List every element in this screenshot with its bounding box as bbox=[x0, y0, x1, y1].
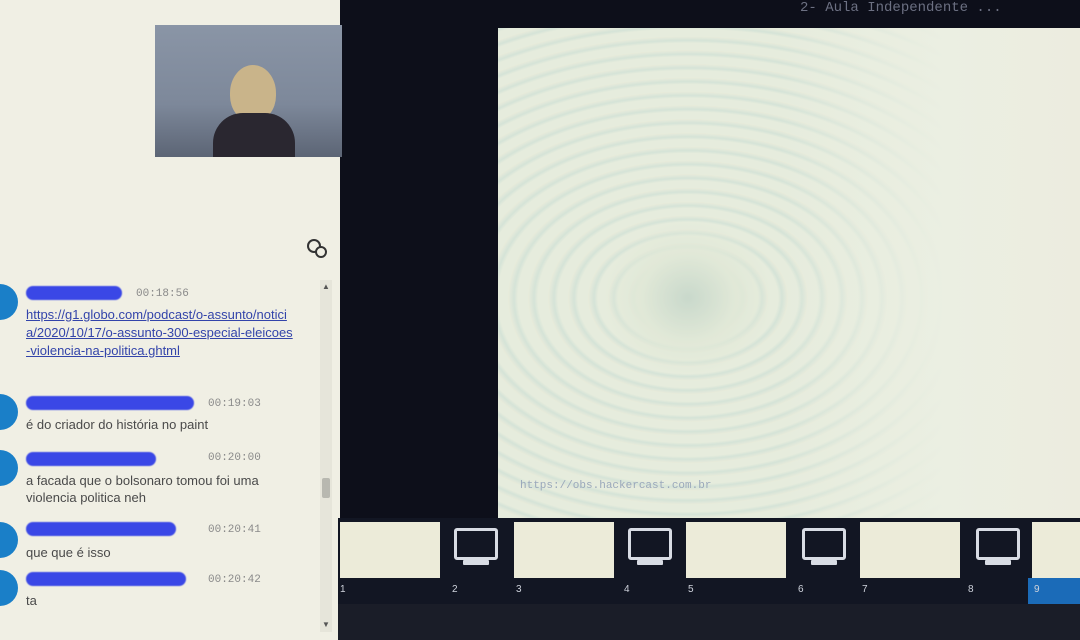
thumbnail-number: 4 bbox=[624, 584, 630, 595]
left-panel: ██████████ 00:18:56 https://g1.globo.com… bbox=[0, 0, 342, 640]
thumbnail-slide[interactable] bbox=[514, 522, 614, 578]
chat-link[interactable]: https://g1.globo.com/podcast/o-assunto/n… bbox=[26, 306, 296, 360]
chat-text: que que é isso bbox=[26, 545, 111, 560]
thumbnail-screen[interactable] bbox=[600, 522, 700, 578]
chat-timestamp: 00:18:56 bbox=[136, 288, 189, 300]
chat-timestamp: 00:19:03 bbox=[208, 398, 261, 410]
thumbnail-screen[interactable] bbox=[426, 522, 526, 578]
chat-username-redacted: ██████████ bbox=[26, 286, 122, 300]
bottom-strip bbox=[338, 604, 1080, 640]
scroll-up-arrow-icon[interactable]: ▲ bbox=[320, 282, 332, 294]
thumbnail-slide[interactable] bbox=[340, 522, 440, 578]
avatar bbox=[0, 284, 18, 320]
slide-fade bbox=[780, 28, 1080, 518]
thumbnail-number: 6 bbox=[798, 584, 804, 595]
webcam-video[interactable] bbox=[155, 25, 342, 157]
chat-bubbles-svg bbox=[307, 239, 327, 258]
monitor-stand bbox=[637, 560, 663, 565]
chat-text: a facada que o bolsonaro tomou foi uma v… bbox=[26, 473, 259, 505]
thumbnail-slide[interactable] bbox=[1032, 522, 1080, 578]
thumbnail-number: 9 bbox=[1034, 584, 1040, 595]
thumbnail-number: 3 bbox=[516, 584, 522, 595]
chat-text: ta bbox=[26, 593, 37, 608]
thumbnail-number: 2 bbox=[452, 584, 458, 595]
chat-timestamp: 00:20:41 bbox=[208, 524, 261, 536]
thumbnail-number: 8 bbox=[968, 584, 974, 595]
thumbnail-number: 5 bbox=[688, 584, 694, 595]
monitor-icon bbox=[802, 528, 846, 560]
thumbnail-slide[interactable] bbox=[860, 522, 960, 578]
avatar bbox=[0, 394, 18, 430]
slide-caption: https://obs.hackercast.com.br bbox=[520, 480, 712, 492]
thumbnail-number: 7 bbox=[862, 584, 868, 595]
chat-timestamp: 00:20:42 bbox=[208, 574, 261, 586]
thumbnail-screen[interactable] bbox=[774, 522, 874, 578]
chat-text: é do criador do história no paint bbox=[26, 417, 209, 432]
chat-messages-list: ██████████ 00:18:56 https://g1.globo.com… bbox=[0, 278, 330, 640]
monitor-icon bbox=[976, 528, 1020, 560]
chat-timestamp: 00:20:00 bbox=[208, 452, 261, 464]
avatar bbox=[0, 522, 18, 558]
scroll-down-arrow-icon[interactable]: ▼ bbox=[320, 620, 332, 632]
chat-username-redacted: ███████████████ bbox=[26, 522, 176, 536]
chat-scrollbar[interactable]: ▲ ▼ bbox=[320, 280, 332, 632]
monitor-stand bbox=[985, 560, 1011, 565]
chat-bubbles-icon[interactable] bbox=[305, 238, 329, 262]
monitor-stand bbox=[811, 560, 837, 565]
chat-username-redacted: ████████████████ bbox=[26, 572, 186, 586]
monitor-icon bbox=[454, 528, 498, 560]
presentation-slide[interactable]: https://obs.hackercast.com.br bbox=[498, 28, 1080, 518]
avatar bbox=[0, 570, 18, 606]
avatar bbox=[0, 450, 18, 486]
presentation-title: 2- Aula Independente ... bbox=[800, 0, 1002, 16]
monitor-stand bbox=[463, 560, 489, 565]
thumbnail-slide[interactable] bbox=[686, 522, 786, 578]
presenter-body bbox=[213, 113, 295, 157]
monitor-icon bbox=[628, 528, 672, 560]
chat-username-redacted: ██████████████ bbox=[26, 396, 194, 410]
thumbnail-number: 1 bbox=[340, 584, 346, 595]
scroll-thumb[interactable] bbox=[322, 478, 330, 498]
chat-username-redacted: ██████████ ... bbox=[26, 452, 156, 466]
